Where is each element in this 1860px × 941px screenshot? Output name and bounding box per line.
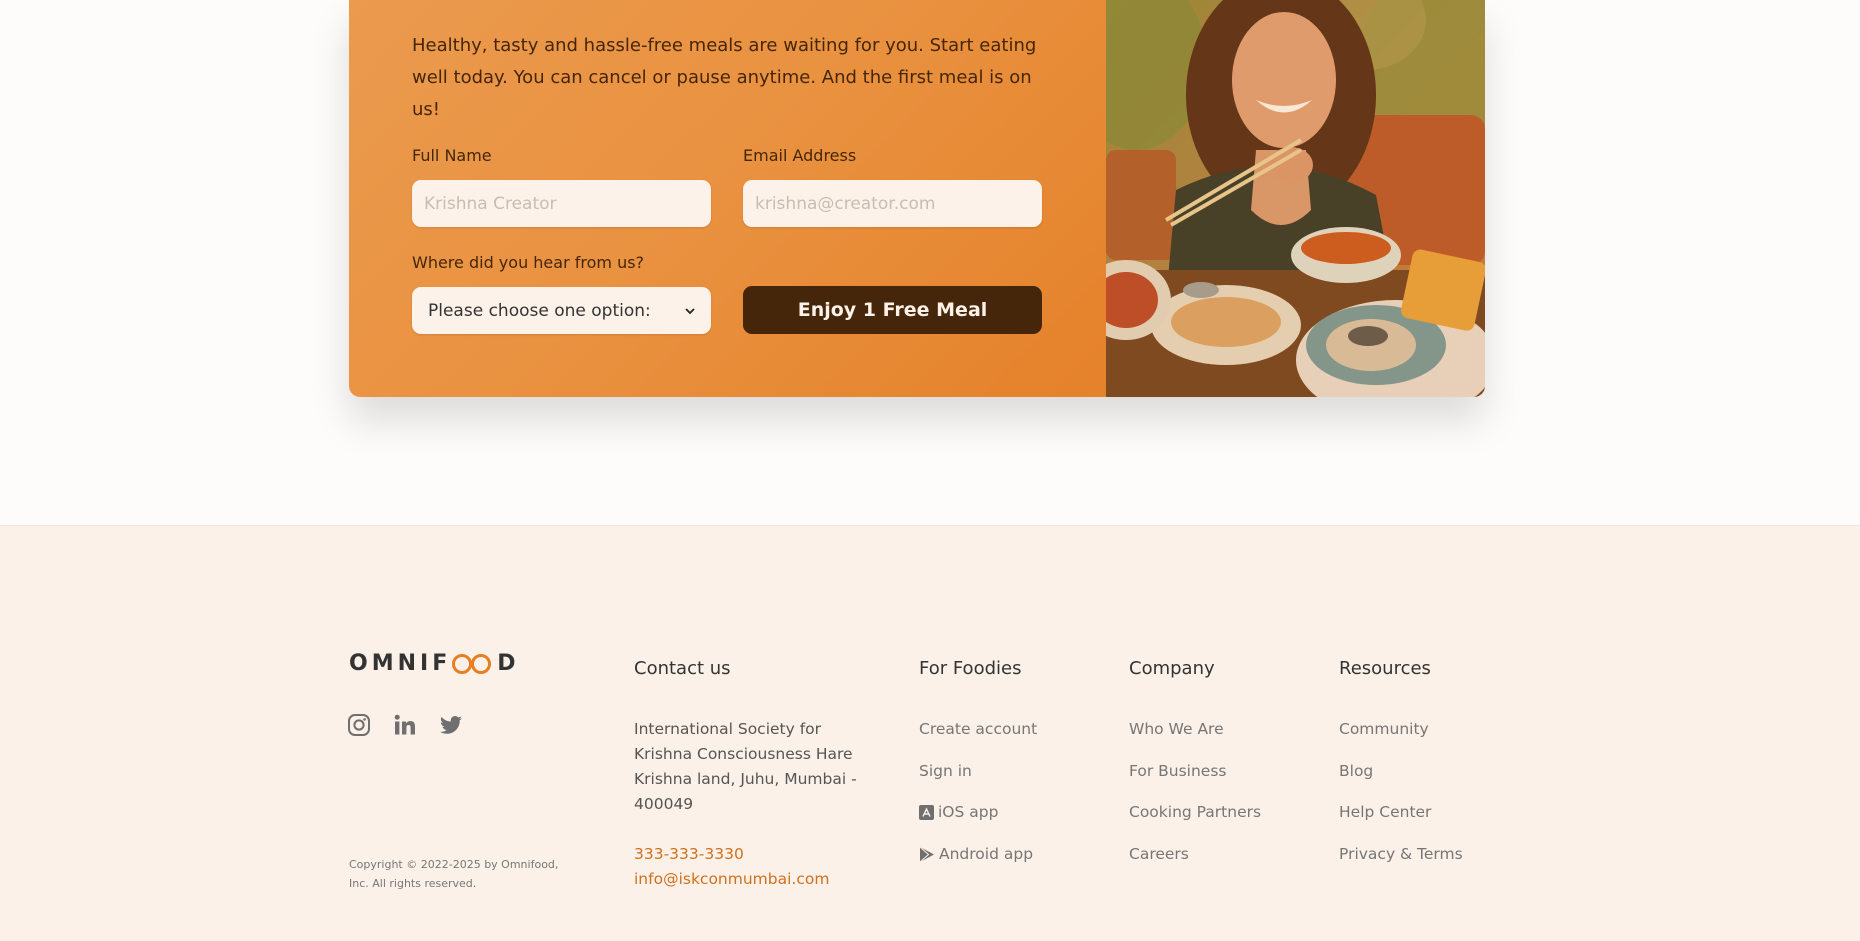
source-select[interactable]: Please choose one option: <box>412 287 711 334</box>
resources-list: Community Blog Help Center Privacy & Ter… <box>1339 717 1463 883</box>
footer-link-community[interactable]: Community <box>1339 717 1463 759</box>
footer-link-sign-in[interactable]: Sign in <box>919 759 1037 801</box>
footer-link-privacy-terms[interactable]: Privacy & Terms <box>1339 842 1463 884</box>
footer-link-who-we-are[interactable]: Who We Are <box>1129 717 1261 759</box>
google-play-icon <box>919 842 935 867</box>
enjoy-free-meal-button[interactable]: Enjoy 1 Free Meal <box>743 286 1042 334</box>
source-label: Where did you hear from us? <box>412 253 645 272</box>
full-name-label: Full Name <box>412 146 492 165</box>
footer-link-cooking-partners[interactable]: Cooking Partners <box>1129 800 1261 842</box>
logo-infinity-icon <box>451 653 493 675</box>
social-links <box>347 713 463 737</box>
footer-link-blog[interactable]: Blog <box>1339 759 1463 801</box>
contact-email-link[interactable]: info@iskconmumbai.com <box>634 870 829 888</box>
resources-heading: Resources <box>1339 658 1431 679</box>
omnifood-logo[interactable]: OMNIF D <box>349 651 520 676</box>
footer: OMNIF D Copyright © 2022-2025 by Omnifoo… <box>0 525 1860 941</box>
company-heading: Company <box>1129 658 1215 679</box>
footer-link-help-center[interactable]: Help Center <box>1339 800 1463 842</box>
foodies-list: Create account Sign in iOS app Android a… <box>919 717 1037 883</box>
logo-text-start: OMNIF <box>349 651 452 676</box>
contact-address: International Society for Krishna Consci… <box>634 720 857 813</box>
instagram-icon[interactable] <box>347 713 371 737</box>
woman-eating-photo <box>1106 0 1485 397</box>
footer-link-for-business[interactable]: For Business <box>1129 759 1261 801</box>
logo-text-end: D <box>497 651 520 676</box>
footer-link-careers[interactable]: Careers <box>1129 842 1261 884</box>
source-select-value: Please choose one option: <box>428 300 651 321</box>
copyright-text: Copyright © 2022-2025 by Omnifood, Inc. … <box>349 858 559 890</box>
cta-image <box>1106 0 1485 397</box>
footer-link-ios-app[interactable]: iOS app <box>919 800 1037 842</box>
contact-phone-link[interactable]: 333-333-3330 <box>634 845 744 863</box>
full-name-input[interactable] <box>412 180 711 227</box>
cta-box: Healthy, tasty and hassle-free meals are… <box>349 0 1485 397</box>
app-store-icon <box>919 800 934 825</box>
twitter-icon[interactable] <box>439 713 463 737</box>
cta-description: Healthy, tasty and hassle-free meals are… <box>412 35 1037 120</box>
linkedin-icon[interactable] <box>393 713 417 737</box>
email-input[interactable] <box>743 180 1042 227</box>
cta-form-panel: Healthy, tasty and hassle-free meals are… <box>349 0 1106 397</box>
company-list: Who We Are For Business Cooking Partners… <box>1129 717 1261 883</box>
footer-link-android-app[interactable]: Android app <box>919 842 1037 884</box>
footer-link-create-account[interactable]: Create account <box>919 717 1037 759</box>
email-label: Email Address <box>743 146 857 165</box>
cta-section: Healthy, tasty and hassle-free meals are… <box>0 0 1860 525</box>
foodies-heading: For Foodies <box>919 658 1022 679</box>
contact-heading: Contact us <box>634 658 731 679</box>
chevron-down-icon <box>685 304 695 318</box>
